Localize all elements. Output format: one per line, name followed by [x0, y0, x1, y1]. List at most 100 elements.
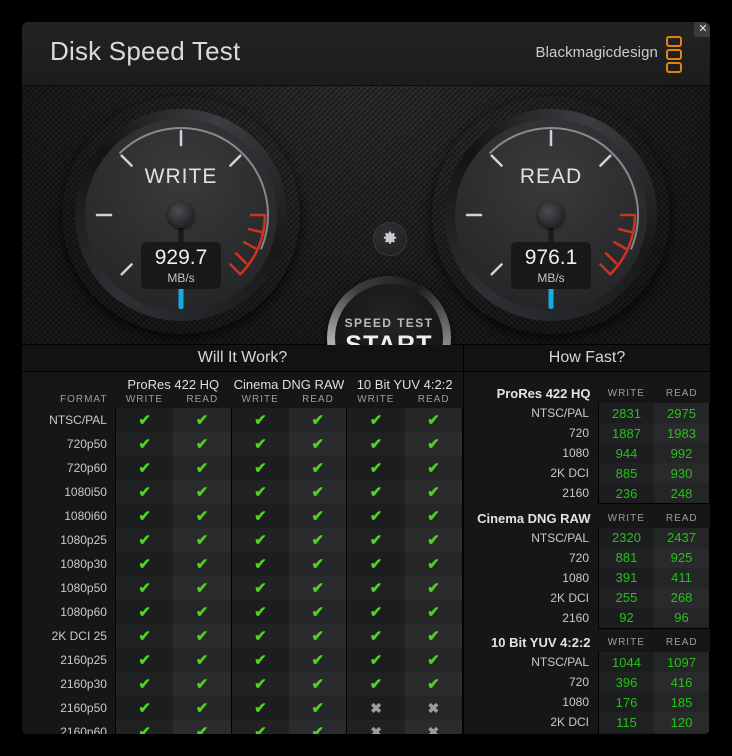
table-row: 1080p50 ✔ ✔ ✔ ✔ ✔ ✔ — [22, 576, 463, 600]
read-speed-value: 185 — [654, 692, 710, 712]
write-speed-value: 944 — [598, 443, 654, 463]
table-row: 2K DCI 115 120 — [464, 712, 710, 732]
table-row: 2K DCI 885 930 — [464, 463, 710, 483]
brand-text: Blackmagicdesign — [535, 44, 658, 61]
check-icon: ✔ — [427, 676, 440, 693]
write-speed-value: 2831 — [598, 403, 654, 423]
gear-icon — [383, 231, 397, 244]
check-icon: ✔ — [369, 484, 383, 501]
sub-header-write: WRITE — [125, 394, 164, 405]
write-speed-value: 885 — [598, 463, 654, 483]
check-icon: ✔ — [195, 508, 209, 525]
support-cell: ✔ — [114, 528, 174, 552]
read-speed-value: 411 — [654, 567, 710, 588]
read-speed-value: 43 — [654, 732, 710, 734]
will-it-work-panel: Will It Work? ProRes 422 HQ Cinema DNG R… — [22, 345, 464, 734]
read-gauge-label: READ — [519, 165, 583, 188]
support-cell: ✖ — [404, 720, 463, 734]
sub-header-write: WRITE — [241, 394, 279, 405]
check-icon: ✔ — [138, 436, 151, 453]
check-icon: ✔ — [427, 580, 440, 597]
format-label: 1080p30 — [60, 557, 107, 571]
check-icon: ✔ — [311, 580, 325, 597]
section-header-row: ProRes 422 HQ WRITE READ — [464, 379, 710, 403]
write-value: 929.7 — [154, 246, 208, 269]
format-label: 2K DCI — [550, 715, 589, 729]
support-cell: ✔ — [173, 648, 232, 672]
close-icon[interactable]: ✕ — [694, 22, 710, 37]
check-icon: ✔ — [195, 484, 209, 501]
format-label: 720p60 — [66, 461, 107, 475]
support-cell: ✖ — [346, 696, 405, 720]
format-label: 1080 — [562, 446, 589, 460]
cross-icon: ✖ — [427, 699, 440, 716]
check-icon: ✔ — [369, 508, 383, 525]
format-label: NTSC/PAL — [531, 406, 589, 420]
support-cell: ✔ — [346, 624, 405, 648]
will-it-work-body: NTSC/PAL ✔ ✔ ✔ ✔ ✔ ✔ 720p50 ✔ ✔ ✔ ✔ ✔ ✔ 720p60 ✔ ✔ ✔ ✔ ✔ ✔ 10… — [22, 408, 463, 734]
support-cell: ✔ — [404, 624, 463, 648]
table-row: 2160p25 ✔ ✔ ✔ ✔ ✔ ✔ — [22, 648, 463, 672]
support-cell: ✔ — [173, 480, 232, 504]
check-icon: ✔ — [254, 676, 267, 693]
check-icon: ✔ — [369, 556, 383, 573]
support-cell: ✔ — [346, 456, 405, 480]
support-cell: ✔ — [346, 408, 405, 432]
support-cell: ✔ — [230, 600, 290, 624]
section-header-row: 10 Bit YUV 4:2:2 WRITE READ — [464, 628, 710, 652]
format-label: 2160p25 — [60, 653, 107, 667]
cross-icon: ✖ — [370, 723, 382, 735]
table-row: NTSC/PAL 2320 2437 — [464, 527, 710, 548]
support-cell: ✖ — [346, 720, 405, 735]
read-readout: 976.1 MB/s — [511, 242, 591, 289]
check-icon: ✔ — [195, 580, 209, 597]
support-cell: ✔ — [230, 672, 290, 696]
support-cell: ✔ — [289, 552, 347, 576]
table-row: 720 396 416 — [464, 672, 710, 692]
check-icon: ✔ — [311, 604, 325, 621]
check-icon: ✔ — [311, 700, 325, 717]
format-label: 1080i60 — [64, 509, 107, 523]
check-icon: ✔ — [311, 508, 325, 525]
support-cell: ✔ — [173, 672, 232, 696]
format-label: 2K DCI 25 — [51, 629, 107, 643]
support-cell: ✔ — [230, 432, 290, 456]
write-speed-value: 236 — [598, 483, 654, 504]
needle-hub — [538, 202, 564, 228]
support-cell: ✔ — [114, 672, 174, 696]
check-icon: ✔ — [138, 556, 151, 573]
check-icon: ✔ — [138, 412, 151, 429]
table-row: 720p60 ✔ ✔ ✔ ✔ ✔ ✔ — [22, 456, 463, 480]
support-cell: ✔ — [230, 408, 290, 432]
check-icon: ✔ — [195, 700, 209, 717]
gauge-face: WRITE 929.7 MB/s — [85, 119, 277, 311]
support-cell: ✔ — [230, 552, 290, 576]
support-cell: ✔ — [114, 576, 174, 600]
table-row: 2160p50 ✔ ✔ ✔ ✔ ✖ ✖ — [22, 696, 463, 720]
support-cell: ✔ — [346, 528, 405, 552]
support-cell: ✔ — [114, 432, 174, 456]
group-header-yuv: 10 Bit YUV 4:2:2 — [356, 377, 453, 392]
support-cell: ✔ — [230, 696, 290, 720]
support-cell: ✔ — [173, 600, 232, 624]
table-row: NTSC/PAL 2831 2975 — [464, 403, 710, 423]
check-icon: ✔ — [138, 604, 151, 621]
read-speed-value: 96 — [654, 607, 710, 629]
read-speed-value: 1097 — [654, 652, 710, 672]
format-column-header: FORMAT — [59, 394, 108, 405]
support-cell: ✔ — [114, 600, 174, 624]
check-icon: ✔ — [369, 436, 383, 453]
support-cell: ✔ — [230, 456, 290, 480]
format-label: NTSC/PAL — [49, 413, 107, 427]
format-label: 2K DCI — [550, 590, 589, 605]
check-icon: ✔ — [311, 436, 325, 453]
support-cell: ✔ — [173, 552, 232, 576]
sub-header-write: WRITE — [357, 394, 395, 405]
support-cell: ✔ — [289, 456, 347, 480]
support-cell: ✔ — [114, 480, 174, 504]
settings-button[interactable] — [373, 222, 407, 256]
support-cell: ✔ — [173, 528, 232, 552]
format-label: NTSC/PAL — [531, 530, 589, 545]
read-gauge: READ 976.1 MB/s — [432, 96, 670, 334]
how-fast-title: How Fast? — [464, 345, 710, 372]
